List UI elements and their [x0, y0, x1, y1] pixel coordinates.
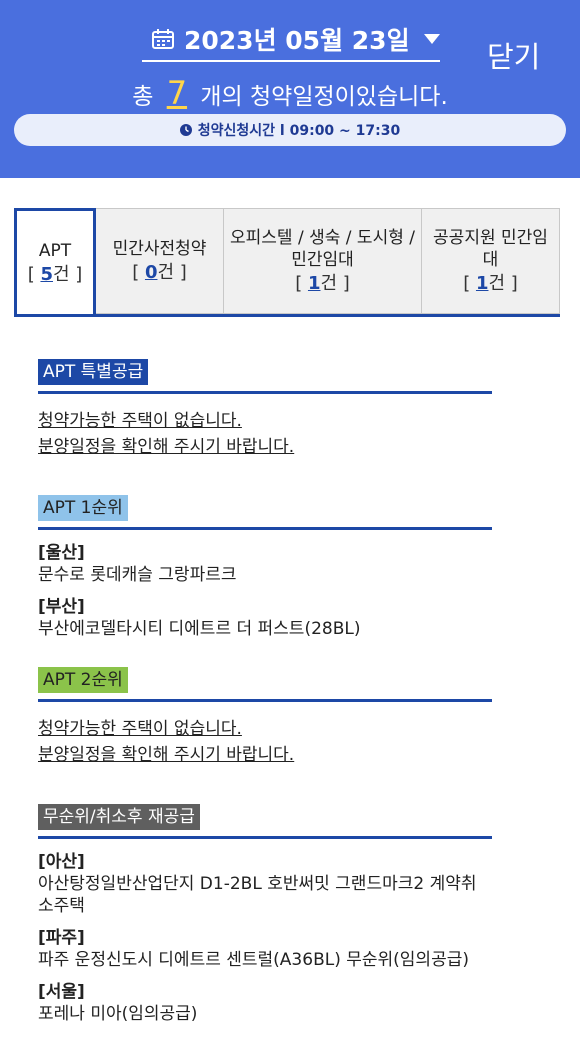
- tab-label: 공공지원 민간임대: [433, 228, 548, 270]
- tab-apt[interactable]: APT [ 5건 ]: [14, 208, 96, 314]
- section-resupply: 무순위/취소후 재공급 [아산] 아산탕정일반산업단지 D1-2BL 호반써밋 …: [38, 804, 492, 1025]
- tab-officetel[interactable]: 오피스텔 / 생숙 / 도시형 / 민간임대 [ 1건 ]: [224, 208, 422, 314]
- housing-name[interactable]: 문수로 롯데캐슬 그랑파르크: [38, 564, 492, 586]
- tab-count: [ 1건 ]: [463, 273, 518, 294]
- application-time-banner: 청약신청시간 l 09:00 ~ 17:30: [14, 114, 566, 146]
- region-label: [파주]: [38, 928, 85, 948]
- chevron-down-icon: [423, 34, 440, 44]
- housing-name[interactable]: 포레나 미아(임의공급): [38, 1003, 492, 1025]
- schedule-count: 7: [166, 74, 188, 112]
- section-title: APT 1순위: [38, 495, 128, 521]
- close-button[interactable]: 닫기: [487, 34, 540, 76]
- section-apt-second-priority: APT 2순위 청약가능한 주택이 없습니다. 분양일정을 확인해 주시기 바랍…: [38, 667, 492, 768]
- list-item[interactable]: [부산] 부산에코델타시티 디에트르 더 퍼스트(28BL): [38, 596, 492, 640]
- tab-public-private-rental[interactable]: 공공지원 민간임대 [ 1건 ]: [422, 208, 560, 314]
- section-title: APT 특별공급: [38, 359, 149, 385]
- check-schedule-message[interactable]: 분양일정을 확인해 주시기 바랍니다.: [38, 742, 492, 768]
- no-housing-message[interactable]: 청약가능한 주택이 없습니다.: [38, 408, 492, 434]
- section-title: 무순위/취소후 재공급: [38, 804, 200, 830]
- tab-count: [ 0건 ]: [132, 262, 187, 283]
- application-time-text: 청약신청시간 l 09:00 ~ 17:30: [197, 123, 401, 139]
- list-item[interactable]: [서울] 포레나 미아(임의공급): [38, 981, 492, 1025]
- count-prefix: 총: [132, 84, 154, 110]
- list-item[interactable]: [아산] 아산탕정일반산업단지 D1-2BL 호반써밋 그랜드마크2 계약취소주…: [38, 851, 492, 917]
- header-bar: 2023년 05월 23일 닫기 총 7 개의 청약일정이있습니다. 청약신청시…: [0, 0, 580, 178]
- date-selector[interactable]: 2023년 05월 23일: [142, 18, 440, 62]
- housing-name[interactable]: 파주 운정신도시 디에트르 센트럴(A36BL) 무순위(임의공급): [38, 949, 492, 971]
- list-item[interactable]: [파주] 파주 운정신도시 디에트르 센트럴(A36BL) 무순위(임의공급): [38, 927, 492, 971]
- section-title: APT 2순위: [38, 667, 128, 693]
- category-tabs: APT [ 5건 ] 민간사전청약 [ 0건 ] 오피스텔 / 생숙 / 도시형…: [14, 208, 560, 317]
- section-apt-first-priority: APT 1순위 [울산] 문수로 롯데캐슬 그랑파르크 [부산] 부산에코델타시…: [38, 495, 492, 640]
- section-divider: [38, 699, 492, 702]
- clock-icon: [179, 124, 192, 136]
- count-suffix: 개의 청약일정이있습니다.: [200, 84, 448, 110]
- tab-label: 오피스텔 / 생숙 / 도시형 / 민간임대: [230, 228, 415, 270]
- tab-label: APT: [38, 240, 72, 261]
- region-label: [아산]: [38, 852, 85, 872]
- check-schedule-message[interactable]: 분양일정을 확인해 주시기 바랍니다.: [38, 434, 492, 460]
- schedule-count-text: 총 7 개의 청약일정이있습니다.: [0, 74, 580, 112]
- section-divider: [38, 391, 492, 394]
- tab-count: [ 5건 ]: [27, 263, 83, 285]
- housing-name[interactable]: 부산에코델타시티 디에트르 더 퍼스트(28BL): [38, 618, 492, 640]
- region-label: [서울]: [38, 982, 85, 1002]
- list-item[interactable]: [울산] 문수로 롯데캐슬 그랑파르크: [38, 542, 492, 586]
- no-housing-message[interactable]: 청약가능한 주택이 없습니다.: [38, 716, 492, 742]
- tab-private-pre-subscription[interactable]: 민간사전청약 [ 0건 ]: [96, 208, 224, 314]
- housing-name[interactable]: 아산탕정일반산업단지 D1-2BL 호반써밋 그랜드마크2 계약취소주택: [38, 873, 492, 917]
- calendar-icon: [152, 29, 174, 49]
- region-label: [울산]: [38, 543, 85, 563]
- region-label: [부산]: [38, 597, 85, 617]
- tab-count: [ 1건 ]: [295, 273, 350, 294]
- section-divider: [38, 836, 492, 839]
- section-apt-special: APT 특별공급 청약가능한 주택이 없습니다. 분양일정을 확인해 주시기 바…: [38, 359, 492, 460]
- section-divider: [38, 527, 492, 530]
- tab-label: 민간사전청약: [112, 239, 207, 259]
- selected-date: 2023년 05월 23일: [184, 26, 410, 55]
